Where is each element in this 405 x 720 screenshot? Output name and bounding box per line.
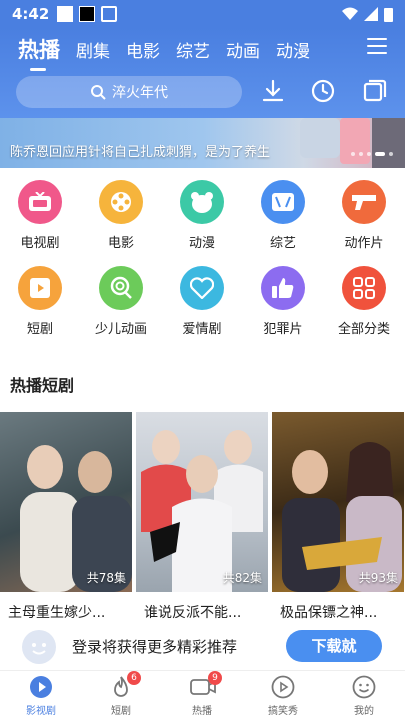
search-placeholder: 淬火年代 <box>112 85 168 101</box>
episode-count: 共78集 <box>86 571 126 585</box>
category-label: 电视剧 <box>20 236 60 251</box>
category-label: 电影 <box>107 236 134 251</box>
category-anime[interactable]: 动漫 <box>162 180 242 251</box>
poster-title[interactable]: 谁说反派不能... <box>144 602 272 622</box>
promo-banner[interactable]: 陈乔恩回应用针将自己扎成刺猬，是为了养生 <box>0 118 405 168</box>
signal-icon <box>364 7 378 21</box>
poster-title[interactable]: 主母重生嫁少... <box>8 602 136 622</box>
nav-label: 我的 <box>354 706 374 717</box>
category-label: 短剧 <box>26 322 53 337</box>
status-bar: 4:42 <box>0 0 405 28</box>
poster-card[interactable]: 共82集 <box>136 412 268 592</box>
menu-icon[interactable] <box>367 38 387 54</box>
login-prompt-bar: 登录将获得更多精彩推荐 下载就 <box>0 622 405 670</box>
download-button[interactable]: 下载就 <box>286 630 382 662</box>
tv-icon <box>18 180 62 224</box>
nav-label: 短剧 <box>111 706 131 717</box>
play-icon <box>18 266 62 310</box>
banner-caption: 陈乔恩回应用针将自己扎成刺猬，是为了养生 <box>10 145 271 160</box>
download-icon[interactable] <box>260 78 286 104</box>
flame-icon: 6 <box>109 671 141 699</box>
search-icon <box>91 85 106 100</box>
category-variety[interactable]: 综艺 <box>243 180 323 251</box>
lollipop-icon <box>99 266 143 310</box>
nav-item-me[interactable]: 我的 <box>334 675 394 717</box>
login-prompt-text: 登录将获得更多精彩推荐 <box>72 638 238 656</box>
variety-icon <box>261 180 305 224</box>
bear-icon <box>180 180 224 224</box>
nav-item-funny[interactable]: 搞笑秀 <box>253 675 313 717</box>
tab-variety[interactable]: 综艺 <box>176 37 210 62</box>
category-movie[interactable]: 电影 <box>81 180 161 251</box>
poster-image <box>20 445 132 592</box>
notification-icon <box>57 6 74 22</box>
nav-label: 热播 <box>192 706 212 717</box>
tab-series[interactable]: 剧集 <box>76 37 110 62</box>
avatar-placeholder-icon <box>22 630 56 664</box>
grid-icon <box>342 266 386 310</box>
notification-icon <box>79 6 96 22</box>
category-kids-animation[interactable]: 少儿动画 <box>81 266 161 337</box>
nav-item-short-drama[interactable]: 6 短剧 <box>91 671 151 717</box>
app-notification-icon <box>101 6 118 22</box>
poster-card[interactable]: 共78集 <box>0 412 132 592</box>
video-icon: 9 <box>190 671 222 699</box>
poster-image <box>282 442 402 592</box>
search-input[interactable]: 淬火年代 <box>16 76 242 108</box>
nav-item-hot[interactable]: 9 热播 <box>172 671 232 717</box>
tab-hot[interactable]: 热播 <box>18 34 60 71</box>
category-label: 动作片 <box>344 236 384 251</box>
film-reel-icon <box>99 180 143 224</box>
tab-animation[interactable]: 动画 <box>226 37 260 62</box>
episode-count: 共82集 <box>222 571 262 585</box>
bottom-nav: 影视剧 6 短剧 9 热播 搞笑秀 我的 <box>0 670 405 720</box>
category-label: 全部分类 <box>337 322 390 337</box>
nav-label: 搞笑秀 <box>268 706 298 717</box>
heart-icon <box>180 266 224 310</box>
nav-item-videos[interactable]: 影视剧 <box>11 675 71 717</box>
banner-indicator <box>351 152 393 156</box>
smile-icon <box>352 675 376 699</box>
section-title: 热播短剧 <box>10 376 75 395</box>
play-outline-icon <box>271 675 295 699</box>
category-label: 动漫 <box>188 236 215 251</box>
category-all[interactable]: 全部分类 <box>324 266 404 337</box>
history-icon[interactable] <box>310 78 336 104</box>
category-tv-series[interactable]: 电视剧 <box>0 180 80 251</box>
short-drama-list: 共78集 共82集 共93集 <box>0 412 405 592</box>
category-romance[interactable]: 爱情剧 <box>162 266 242 337</box>
category-crime[interactable]: 犯罪片 <box>243 266 323 337</box>
poster-title[interactable]: 极品保镖之神... <box>280 602 405 622</box>
thumbs-up-icon <box>261 266 305 310</box>
category-label: 犯罪片 <box>263 322 303 337</box>
gun-icon <box>342 180 386 224</box>
category-action[interactable]: 动作片 <box>324 180 404 251</box>
battery-icon <box>384 7 393 22</box>
top-header: 热播 剧集 电影 综艺 动画 动漫 淬火年代 <box>0 28 405 118</box>
play-circle-icon <box>29 675 53 699</box>
nav-label: 影视剧 <box>26 706 56 717</box>
nav-badge: 6 <box>127 671 141 685</box>
category-label: 综艺 <box>269 236 296 251</box>
episode-count: 共93集 <box>358 571 398 585</box>
tab-anime[interactable]: 动漫 <box>276 37 310 62</box>
tab-movie[interactable]: 电影 <box>126 37 160 62</box>
screen-cast-icon[interactable] <box>362 78 388 104</box>
category-label: 爱情剧 <box>182 322 222 337</box>
wifi-icon <box>342 7 358 20</box>
category-label: 少儿动画 <box>94 322 147 337</box>
category-short-drama[interactable]: 短剧 <box>0 266 80 337</box>
status-time: 4:42 <box>12 5 50 23</box>
poster-card[interactable]: 共93集 <box>272 412 404 592</box>
category-tabs: 热播 剧集 电影 综艺 动画 动漫 <box>18 34 310 71</box>
poster-image <box>141 430 263 592</box>
nav-badge: 9 <box>208 671 222 685</box>
